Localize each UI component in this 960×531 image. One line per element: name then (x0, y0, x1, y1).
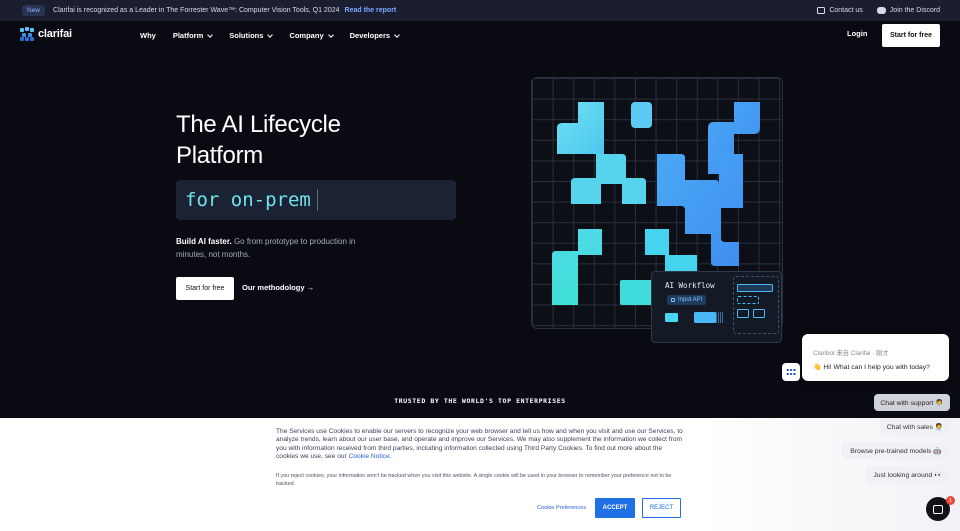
workflow-node (665, 313, 678, 322)
workflow-panel-node (737, 309, 749, 318)
hero-start-free-button[interactable]: Start for free (176, 277, 234, 300)
contact-us-link[interactable]: Contact us (817, 7, 863, 14)
chevron-down-icon (394, 31, 400, 38)
reject-button[interactable]: REJECT (642, 498, 681, 518)
nav-item-developers[interactable]: Developers (349, 31, 400, 40)
typed-text-box: for on-prem (176, 180, 456, 220)
discord-icon (876, 7, 886, 14)
quick-reply-support[interactable]: Chat with support 🧑‍💼 (874, 394, 950, 411)
nav-item-label: Company (289, 31, 324, 40)
hero-title: The AI Lifecycle Platform (176, 109, 476, 171)
lock-icon (671, 298, 675, 302)
workflow-panel-node (753, 309, 765, 318)
chat-icon (933, 504, 943, 514)
trusted-heading: TRUSTED BY THE WORLD'S TOP ENTERPRISES (394, 397, 566, 405)
nav-item-solutions[interactable]: Solutions (229, 31, 274, 40)
unread-badge: 1 (946, 496, 955, 505)
nav-item-label: Solutions (229, 31, 264, 40)
bot-avatar-icon (782, 363, 800, 381)
cookie-reject-note: If you reject cookies, your information … (276, 473, 672, 488)
workflow-panel-node (737, 284, 773, 292)
announcement-bar: New Clarifai is recognized as a Leader i… (0, 0, 960, 21)
nav-item-company[interactable]: Company (289, 31, 334, 40)
nav-item-why[interactable]: Why (140, 31, 156, 40)
read-report-link[interactable]: Read the report (345, 7, 397, 14)
workflow-node (694, 312, 716, 323)
input-api-label: Input API (678, 297, 703, 303)
quick-reply-models[interactable]: Browse pre-trained models 🤖 (842, 442, 950, 459)
nav-menu: Why Platform Solutions Company Developer… (140, 21, 400, 50)
input-api-chip: Input API (667, 295, 707, 305)
workflow-node-stripes (716, 312, 724, 323)
quick-reply-sales[interactable]: Chat with sales 🧑‍💼 (880, 418, 950, 435)
accept-button[interactable]: ACCEPT (595, 498, 635, 518)
chat-sender: Claribot 来自 Clarifai · 刚才 (813, 350, 889, 357)
chevron-down-icon (207, 31, 214, 38)
contact-us-label: Contact us (829, 7, 863, 14)
chevron-down-icon (327, 31, 334, 38)
text-cursor (316, 189, 319, 211)
methodology-link[interactable]: Our methodology → (242, 283, 314, 292)
chevron-down-icon (267, 31, 274, 38)
nav-start-free-button[interactable]: Start for free (882, 24, 940, 47)
hero-subtitle-bold: Build AI faster. (176, 237, 232, 246)
nav-item-label: Platform (172, 31, 204, 40)
ai-workflow-card: AI Workflow Input API (651, 271, 782, 343)
nav-item-platform[interactable]: Platform (172, 31, 214, 40)
cookie-banner: The Services use Cookies to enable our s… (0, 418, 960, 531)
chat-message-text: 👋 Hi! What can I help you with today? (813, 364, 930, 371)
nav-item-label: Why (140, 31, 156, 40)
clarifai-logo-icon (20, 27, 34, 41)
cookie-text-body: The Services use Cookies to enable our s… (276, 428, 683, 461)
hero-title-line1: The AI Lifecycle (176, 111, 341, 138)
cookie-preferences-link[interactable]: Cookie Preferences (537, 505, 586, 511)
nav-item-label: Developers (349, 31, 391, 40)
quick-reply-looking[interactable]: Just looking around 👀 (866, 466, 950, 483)
hero-subtitle: Build AI faster. Go from prototype to pr… (176, 235, 366, 261)
brand-name: clarifai (38, 28, 72, 40)
typed-text: for on-prem (185, 189, 311, 211)
cookie-text: The Services use Cookies to enable our s… (276, 428, 686, 462)
main-nav: clarifai Why Platform Solutions Company … (0, 21, 960, 50)
chat-bubble-icon (817, 7, 826, 14)
logo[interactable]: clarifai (20, 27, 72, 41)
new-badge: New (22, 5, 46, 16)
discord-link[interactable]: Join the Discord (876, 7, 940, 14)
chat-message-bubble[interactable]: Claribot 来自 Clarifai · 刚才 👋 Hi! What can… (802, 334, 949, 381)
login-link[interactable]: Login (847, 29, 867, 38)
hero-title-line2: Platform (176, 142, 263, 169)
cookie-notice-link[interactable]: Cookie Notice. (349, 453, 392, 460)
discord-label: Join the Discord (889, 7, 940, 14)
announcement-message: Clarifai is recognized as a Leader in Th… (53, 7, 340, 14)
workflow-panel-node (737, 296, 759, 304)
workflow-title: AI Workflow (665, 281, 715, 290)
